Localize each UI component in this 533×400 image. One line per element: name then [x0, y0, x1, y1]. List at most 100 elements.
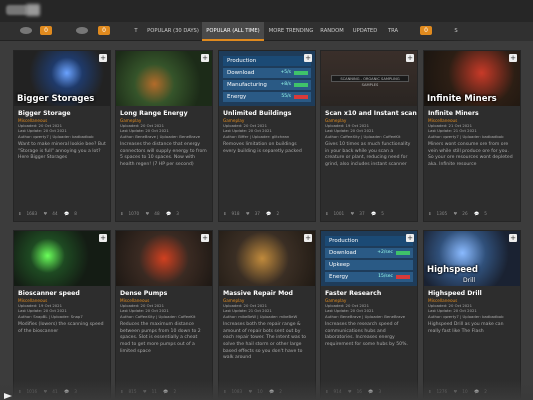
likes-icon: ♥: [245, 211, 250, 216]
downloads-count: 1001: [333, 211, 345, 216]
comments-count: 3: [176, 211, 179, 216]
downloads-icon: ⬇: [325, 211, 329, 216]
comments-icon: 💬: [370, 211, 377, 216]
mod-title[interactable]: Scan x10 and Instant scan: [321, 106, 417, 118]
downloads-count: 918: [231, 211, 240, 216]
mod-title[interactable]: Bigger Storage: [14, 106, 110, 118]
mod-description: Want to make mineral lookie bee? But "St…: [18, 142, 106, 161]
message-badge: 0: [98, 26, 110, 35]
tab-updated[interactable]: UPDATED: [350, 22, 380, 41]
add-icon[interactable]: +: [509, 54, 517, 62]
add-icon[interactable]: +: [406, 54, 414, 62]
tab-more-trending[interactable]: MORE TRENDING: [266, 22, 316, 41]
thumbnail-overlay-subtext: Drill: [463, 277, 476, 284]
mod-description: Removes limitation on buildings every bu…: [223, 142, 302, 154]
panel-row-download: Download +5/s: [223, 68, 311, 78]
mod-card[interactable]: Production Download +5/s Manufacturing +8/…: [218, 50, 316, 222]
mod-description: Modifies (lowers) the scanning speed of …: [18, 322, 104, 334]
thumbnail-overlay-text: Highspeed: [427, 265, 478, 275]
tab-popular-30-days[interactable]: POPULAR (30 DAYS): [144, 22, 202, 41]
mod-thumbnail[interactable]: Highspeed Drill +: [424, 231, 520, 286]
downloads-count: 1070: [128, 211, 140, 216]
panel-row-energy: Energy 55/s: [223, 92, 311, 102]
downloads-count: 1305: [436, 211, 448, 216]
tab-trending[interactable]: T: [130, 22, 142, 41]
mod-title[interactable]: Infinite Miners: [424, 106, 520, 118]
mod-stats: ⬇ 1683 ♥ 44 💬 8: [18, 211, 82, 217]
mod-stats: ⬇ 918 ♥ 37 💬 2: [223, 211, 284, 217]
thumbnail-overlay-text: Infinite Miners: [427, 94, 497, 104]
likes-icon: ♥: [43, 211, 48, 216]
comments-icon: 💬: [473, 211, 480, 216]
panel-row-download: Download +2/sec: [325, 248, 413, 258]
mod-title[interactable]: Massive Repair Mod: [219, 286, 315, 298]
likes-count: 26: [462, 211, 468, 216]
mod-card[interactable]: Infinite Miners + Infinite Miners Miscel…: [423, 50, 521, 222]
downloads-count: 1683: [26, 211, 38, 216]
mod-title[interactable]: Bioscanner speed: [14, 286, 110, 298]
add-icon[interactable]: +: [304, 234, 312, 242]
tab-tra[interactable]: TRA: [386, 22, 400, 41]
mod-thumbnail[interactable]: +: [116, 231, 212, 286]
mod-title[interactable]: Long Range Energy: [116, 106, 212, 118]
mod-thumbnail[interactable]: Production Download +5/s Manufacturing +8/…: [219, 51, 315, 106]
likes-icon: ♥: [453, 211, 458, 216]
tab-tail[interactable]: S: [452, 22, 460, 41]
mod-card[interactable]: Production Download +2/sec Upkeep Energy 1…: [320, 230, 418, 400]
mod-title[interactable]: Unlimited Buildings: [219, 106, 315, 118]
add-icon[interactable]: +: [406, 234, 414, 242]
thumbnail-overlay-text: Bigger Storages: [17, 94, 95, 104]
panel-row-energy: Energy 15/sec: [325, 272, 413, 282]
likes-count: 37: [254, 211, 260, 216]
mod-description: Increases the distance that energy conne…: [120, 142, 207, 167]
mod-thumbnail[interactable]: Bigger Storages +: [14, 51, 110, 106]
downloads-icon: ⬇: [18, 211, 22, 216]
mod-thumbnail[interactable]: +: [116, 51, 212, 106]
comments-count: 5: [484, 211, 487, 216]
mod-stats: ⬇ 1001 ♥ 37 💬 5: [325, 211, 389, 217]
mod-description: Gives 10 times as much functionality in …: [325, 142, 411, 167]
mod-title[interactable]: Faster Research: [321, 286, 417, 298]
comments-count: 2: [276, 211, 280, 216]
panel-row-production: Production: [325, 236, 413, 246]
mod-card[interactable]: Bigger Storages + Bigger Storage Miscell…: [13, 50, 111, 222]
mod-author[interactable]: Author: BeneBrave | Uploader: BeneBrave: [116, 134, 212, 139]
likes-count: 44: [52, 211, 58, 216]
notification-badge: 0: [40, 26, 52, 35]
add-icon[interactable]: +: [201, 54, 209, 62]
likes-count: 37: [359, 211, 365, 216]
add-icon[interactable]: +: [99, 234, 107, 242]
mod-thumbnail[interactable]: Production Download +2/sec Upkeep Energy 1…: [321, 231, 417, 286]
scan-progress-bar: SCANNING - ORGANIC SAMPLING SAMPLES: [331, 75, 409, 87]
mod-title[interactable]: Dense Pumps: [116, 286, 212, 298]
add-icon[interactable]: +: [509, 234, 517, 242]
mod-card[interactable]: SCANNING - ORGANIC SAMPLING SAMPLES + Sc…: [320, 50, 418, 222]
downloads-icon: ⬇: [428, 211, 432, 216]
add-icon[interactable]: +: [99, 54, 107, 62]
mod-title[interactable]: Highspeed Drill: [424, 286, 520, 298]
mod-card[interactable]: + Massive Repair Mod Gameplay Uploaded: …: [218, 230, 316, 400]
site-logo-mark[interactable]: [26, 4, 40, 16]
mod-thumbnail[interactable]: Infinite Miners +: [424, 51, 520, 106]
tab-random[interactable]: RANDOM: [318, 22, 346, 41]
mod-card[interactable]: + Bioscanner speed Miscellaneous Uploade…: [13, 230, 111, 400]
panel-row-production: Production: [223, 56, 311, 66]
mod-stats: ⬇ 1305 ♥ 26 💬 5: [428, 211, 492, 217]
mod-card[interactable]: + Dense Pumps Miscellaneous Uploaded: 20…: [115, 230, 213, 400]
add-icon[interactable]: +: [304, 54, 312, 62]
mod-description: Miners wont consume ore from ore vein wh…: [428, 142, 513, 167]
mod-description: Highspeed Drill as you make can really f…: [428, 322, 504, 334]
site-logo[interactable]: [6, 5, 28, 15]
likes-icon: ♥: [145, 211, 150, 216]
comments-icon: 💬: [165, 211, 172, 216]
notification-icon[interactable]: [20, 27, 32, 34]
mod-thumbnail[interactable]: +: [14, 231, 110, 286]
tab-popular-all-time[interactable]: POPULAR (ALL TIME): [202, 22, 264, 41]
message-icon[interactable]: [76, 27, 88, 34]
mod-author[interactable]: Author: BeneBrave | Uploader: BeneBrave: [321, 314, 417, 319]
mod-thumbnail[interactable]: SCANNING - ORGANIC SAMPLING SAMPLES +: [321, 51, 417, 106]
mod-card[interactable]: + Long Range Energy Gameplay Uploaded: 2…: [115, 50, 213, 222]
add-icon[interactable]: +: [201, 234, 209, 242]
mod-thumbnail[interactable]: +: [219, 231, 315, 286]
mod-card[interactable]: Highspeed Drill + Highspeed Drill Miscel…: [423, 230, 521, 400]
